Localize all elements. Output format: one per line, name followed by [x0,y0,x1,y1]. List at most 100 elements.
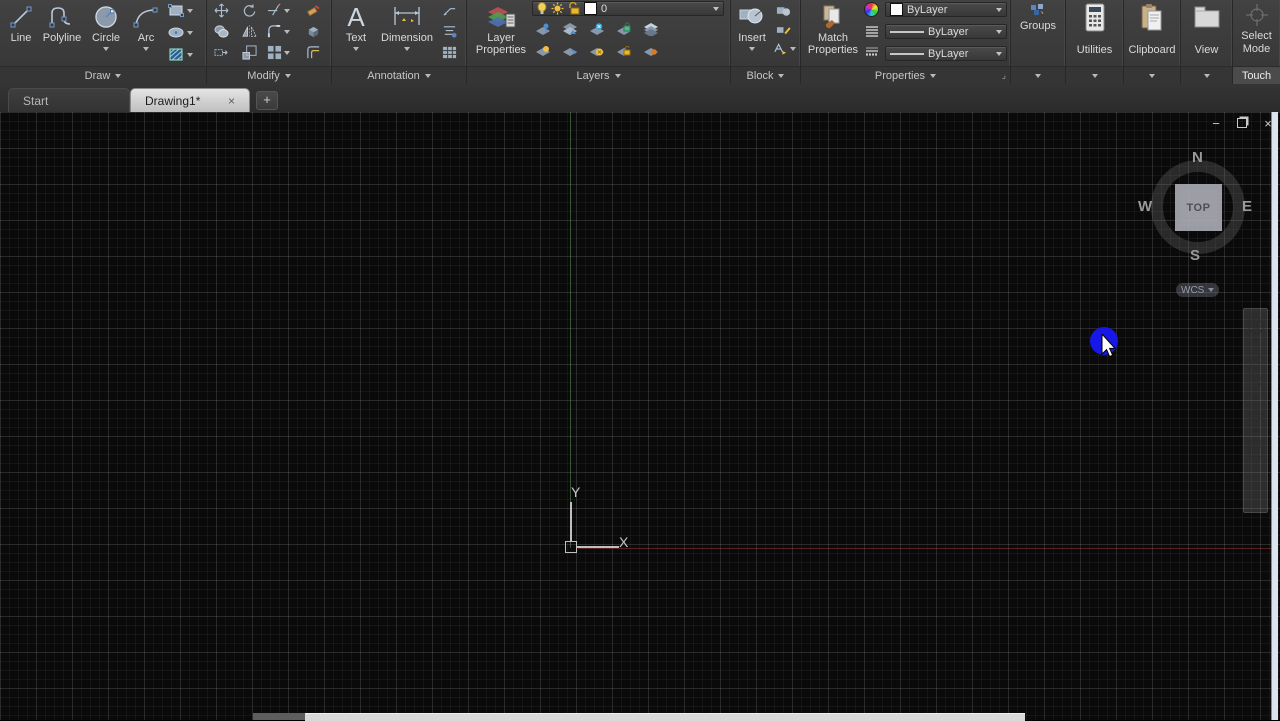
layer-walk-icon[interactable] [562,44,578,58]
vertical-scrollbar[interactable] [1271,112,1278,720]
table-tool[interactable] [442,45,457,60]
panel-groups[interactable]: Groups [1011,0,1066,84]
arc-flyout-arrow[interactable] [143,47,149,54]
layer-select-dropdown[interactable]: 0 [532,1,724,16]
layer-on-icon[interactable] [537,2,547,15]
orbit-flyout-arrow[interactable] [1252,429,1259,436]
rectangle-tool[interactable] [168,3,193,18]
panel-label-block[interactable]: Block [731,66,800,84]
pan-icon[interactable] [1247,350,1265,368]
panel-label-view[interactable] [1181,66,1232,84]
offset-icon[interactable] [305,45,322,60]
panel-label-touch[interactable]: Touch [1233,66,1280,84]
linetype-list-icon[interactable] [863,23,880,38]
copy-icon[interactable] [213,24,230,39]
panel-label-layers[interactable]: Layers [467,66,730,84]
block-attributes-flyout-arrow[interactable] [790,47,796,54]
viewcube-south[interactable]: S [1190,247,1200,264]
ellipse-flyout-arrow[interactable] [187,30,193,38]
minimize-icon[interactable]: − [1208,116,1224,131]
insert-flyout-arrow[interactable] [749,47,755,54]
text-flyout-arrow[interactable] [353,47,359,54]
color-wheel-icon[interactable] [863,2,880,17]
viewcube-north[interactable]: N [1192,149,1203,166]
circle-button[interactable]: Circle [88,2,124,54]
layer-properties-button[interactable]: Layer Properties [473,2,529,56]
lineweight-dropdown[interactable]: ByLayer [885,46,1007,61]
layer-unlock-icon[interactable] [568,2,580,15]
text-style-tool[interactable] [442,24,457,39]
linetype-dropdown[interactable]: ByLayer [885,24,1007,39]
panel-utilities[interactable]: Utilities [1066,0,1124,84]
text-button[interactable]: A Text [340,2,372,54]
horizontal-scrollbar-track[interactable] [253,713,305,720]
panel-clipboard[interactable]: Clipboard [1124,0,1181,84]
layer-match-icon[interactable] [643,22,659,36]
dimension-button[interactable]: Dimension [376,2,438,54]
scale-icon[interactable] [241,45,258,60]
panel-label-clipboard[interactable] [1124,66,1180,84]
match-properties-button[interactable]: Match Properties [805,2,861,56]
zoom-tool-icon[interactable] [1247,372,1265,392]
move-icon[interactable] [213,3,230,18]
rectangle-flyout-arrow[interactable] [187,8,193,16]
layer-off-icon[interactable] [643,44,659,58]
layer-freeze-icon[interactable] [589,22,605,36]
viewcube-west[interactable]: W [1138,198,1152,215]
edit-block-icon[interactable] [775,22,792,37]
leader-tool[interactable] [442,3,457,18]
layer-color-chip[interactable] [584,2,597,15]
object-color-dropdown[interactable]: ByLayer [885,2,1007,17]
hatch-flyout-arrow[interactable] [187,52,193,60]
fillet-tool[interactable] [267,24,290,39]
lineweight-list-icon[interactable] [863,44,880,59]
panel-label-utilities[interactable] [1066,66,1123,84]
layer-dropdown-arrow[interactable] [713,7,719,14]
trim-flyout-arrow[interactable] [284,8,290,16]
block-attributes-tool[interactable] [773,42,796,56]
erase-icon[interactable] [305,3,322,18]
panel-view[interactable]: View [1181,0,1233,84]
polyline-button[interactable]: Polyline [40,2,84,44]
fillet-flyout-arrow[interactable] [284,29,290,37]
trim-tool[interactable] [267,3,290,18]
layer-isolate-icon[interactable] [535,22,551,36]
drawing-canvas[interactable]: − × Y X TOP N S W E WCS [0,112,1280,721]
line-button[interactable]: Line [4,2,38,44]
select-mode-label[interactable]: Select Mode [1233,30,1280,56]
panel-label-properties[interactable]: Properties ⌟ [801,66,1010,84]
tab-start[interactable]: Start [8,88,130,112]
viewcube-top-face[interactable]: TOP [1175,184,1222,231]
viewcube[interactable]: TOP N S W E [1138,149,1254,264]
rotate-icon[interactable] [241,3,258,18]
array-tool[interactable] [267,45,290,60]
show-motion-icon[interactable] [1247,440,1265,458]
zoom-flyout-arrow[interactable] [1252,396,1259,403]
mirror-icon[interactable] [241,24,258,39]
create-block-icon[interactable] [775,3,792,18]
restore-icon[interactable] [1234,116,1250,130]
layer-thaw-icon[interactable] [551,2,564,15]
select-mode-icon[interactable] [1233,2,1280,28]
arc-button[interactable]: Arc [130,2,162,54]
circle-flyout-arrow[interactable] [103,47,109,54]
layer-thaw-all-icon[interactable] [589,44,605,58]
orbit-icon[interactable] [1247,407,1265,425]
steering-wheel-flyout-arrow[interactable] [1252,339,1259,346]
navigation-bar[interactable] [1243,308,1268,513]
new-tab-button[interactable]: + [256,91,278,110]
explode-icon[interactable] [305,24,322,39]
viewcube-east[interactable]: E [1242,198,1252,215]
layer-unlock-all-icon[interactable] [616,44,632,58]
steering-wheel-icon[interactable] [1247,317,1265,335]
layer-unisolate-icon[interactable] [562,22,578,36]
layer-on-off-icon[interactable] [535,44,551,58]
panel-label-groups[interactable] [1011,66,1065,84]
panel-label-annotation[interactable]: Annotation [332,66,466,84]
dimension-flyout-arrow[interactable] [404,47,410,54]
wcs-menu[interactable]: WCS [1176,283,1220,297]
insert-button[interactable]: Insert [733,2,771,54]
properties-dialog-launcher-icon[interactable]: ⌟ [1002,70,1006,81]
stretch-icon[interactable] [213,45,230,60]
ellipse-tool[interactable] [168,25,193,40]
